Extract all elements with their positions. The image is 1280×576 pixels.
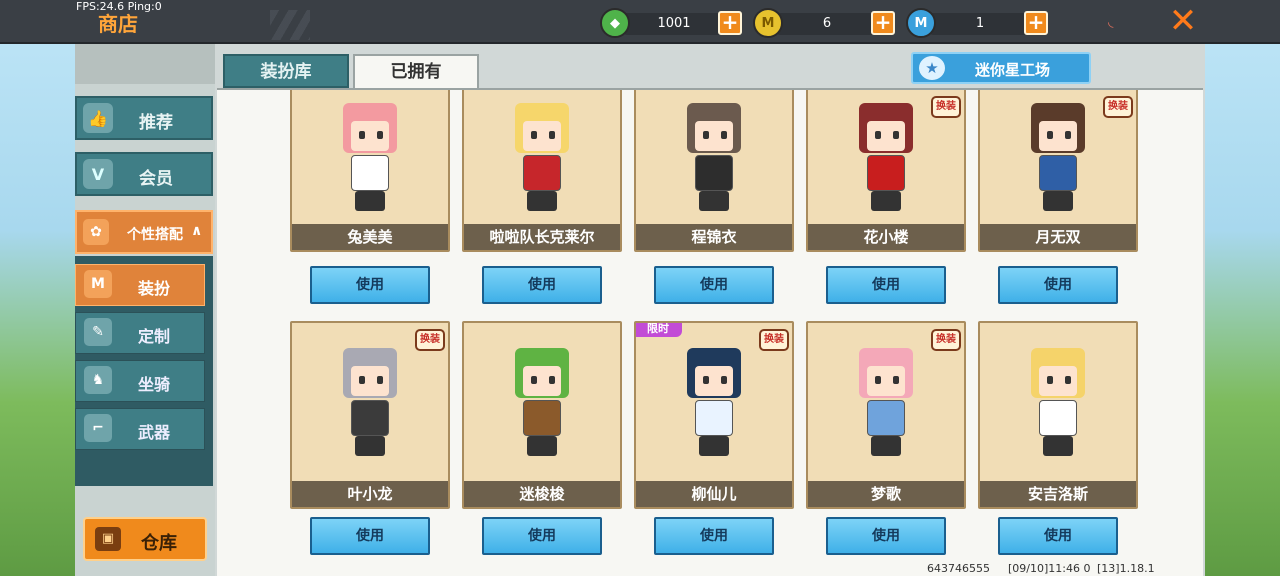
top-bar: FPS:24.6 Ping:0 商店 1001 ◆ + 6 M + 1 M + … — [0, 0, 1280, 44]
skin-name: 程锦衣 — [636, 224, 792, 250]
sidebar-top-strip — [75, 44, 215, 84]
skin-card[interactable]: 啦啦队长克莱尔 — [462, 90, 622, 252]
swap-badge-icon: 换装 — [1103, 96, 1133, 118]
skin-portrait — [292, 90, 448, 226]
skin-name: 叶小龙 — [292, 481, 448, 507]
skin-card[interactable]: 兔美美 — [290, 90, 450, 252]
use-button[interactable]: 使用 — [826, 266, 946, 304]
skin-name: 柳仙儿 — [636, 481, 792, 507]
skin-name: 迷梭梭 — [464, 481, 620, 507]
main-panel: 装扮库 已拥有 ★ 迷你星工场 兔美美 使用 啦啦队长克莱尔 使用 程锦衣 使用 换装 花小楼… — [215, 44, 1205, 576]
costume-icon: M — [84, 270, 112, 298]
add-coins-button[interactable]: + — [871, 11, 895, 35]
use-button[interactable]: 使用 — [482, 266, 602, 304]
gun-icon: ⌐ — [84, 414, 112, 442]
use-button[interactable]: 使用 — [654, 517, 774, 555]
decorative-stripe — [270, 10, 310, 40]
skin-name: 兔美美 — [292, 224, 448, 250]
skin-card[interactable]: 安吉洛斯 — [978, 321, 1138, 509]
sidebar-item-recommend[interactable]: 👍 推荐 — [75, 96, 213, 140]
skin-name: 啦啦队长克莱尔 — [464, 224, 620, 250]
sidebar-item-mount[interactable]: ♞ 坐骑 — [75, 360, 205, 402]
star-icon: ★ — [919, 56, 945, 80]
sidebar-group-style[interactable]: ✿ 个性搭配 ∧ — [75, 210, 213, 254]
limited-time-badge: 限时 — [636, 323, 682, 337]
skin-name: 花小楼 — [808, 224, 964, 250]
style-icon: ✿ — [83, 219, 109, 245]
sidebar-sub-list: M 装扮 ✎ 定制 ♞ 坐骑 ⌐ 武器 — [75, 256, 213, 486]
tab-owned[interactable]: 已拥有 — [353, 54, 479, 88]
page-title: 商店 — [98, 12, 138, 36]
vip-icon: V — [83, 159, 113, 189]
sidebar-group-label: 个性搭配 — [127, 227, 183, 243]
workshop-label: 迷你星工场 — [975, 61, 1051, 79]
skin-card[interactable]: 迷梭梭 — [462, 321, 622, 509]
coin-count: 6 — [777, 13, 877, 35]
sidebar-item-label: 推荐 — [139, 113, 173, 133]
swap-badge-icon: 换装 — [415, 329, 445, 351]
sidebar-item-label: 装扮 — [138, 279, 171, 298]
mini-workshop-button[interactable]: ★ 迷你星工场 — [911, 52, 1091, 84]
chevron-up-icon: ∧ — [191, 223, 203, 239]
add-gems-button[interactable]: + — [718, 11, 742, 35]
use-button[interactable]: 使用 — [998, 266, 1118, 304]
skin-card[interactable]: 换装叶小龙 — [290, 321, 450, 509]
skin-grid: 兔美美 使用 啦啦队长克莱尔 使用 程锦衣 使用 换装 花小楼 使用 换装 月无双 使用 换装 叶小龙 使用… — [217, 88, 1203, 576]
skin-name: 梦歌 — [808, 481, 964, 507]
skin-portrait — [980, 323, 1136, 483]
swap-badge-icon: 换装 — [931, 96, 961, 118]
sidebar-item-label: 会员 — [139, 169, 173, 189]
signal-icon: ◟ — [1108, 14, 1114, 30]
swap-badge-icon: 换装 — [931, 329, 961, 351]
footer-version: [13]1.18.1 — [1097, 562, 1155, 575]
footer-id: 643746555 — [927, 562, 990, 575]
mini-coin-icon: M — [753, 8, 783, 38]
sidebar-item-custom[interactable]: ✎ 定制 — [75, 312, 205, 354]
thumbs-up-icon: 👍 — [83, 103, 113, 133]
warehouse-label: 仓库 — [141, 533, 177, 554]
bean-count: 1 — [930, 13, 1030, 35]
sidebar-item-label: 武器 — [138, 423, 171, 442]
skin-name: 月无双 — [980, 224, 1136, 250]
warehouse-button[interactable]: ▣ 仓库 — [83, 517, 207, 561]
use-button[interactable]: 使用 — [482, 517, 602, 555]
sidebar-item-costume[interactable]: M 装扮 — [75, 264, 205, 306]
green-gem-icon: ◆ — [600, 8, 630, 38]
warehouse-icon: ▣ — [95, 527, 121, 551]
sidebar-item-label: 定制 — [138, 327, 171, 346]
skin-name: 安吉洛斯 — [980, 481, 1136, 507]
pencil-icon: ✎ — [84, 318, 112, 346]
use-button[interactable]: 使用 — [654, 266, 774, 304]
skin-card[interactable]: 换装月无双 — [978, 90, 1138, 252]
skin-card[interactable]: 程锦衣 — [634, 90, 794, 252]
sidebar-item-vip[interactable]: V 会员 — [75, 152, 213, 196]
skin-card[interactable]: 换装花小楼 — [806, 90, 966, 252]
sidebar-item-label: 坐骑 — [138, 375, 171, 394]
mount-icon: ♞ — [84, 366, 112, 394]
mini-bean-icon: M — [906, 8, 936, 38]
gem-count: 1001 — [624, 13, 724, 35]
use-button[interactable]: 使用 — [826, 517, 946, 555]
skin-portrait — [464, 323, 620, 483]
footer-date: [09/10]11:46 0 — [1008, 562, 1091, 575]
tab-costume-library[interactable]: 装扮库 — [223, 54, 349, 88]
use-button[interactable]: 使用 — [310, 517, 430, 555]
skin-card[interactable]: 换装梦歌 — [806, 321, 966, 509]
skin-portrait — [464, 90, 620, 226]
close-button[interactable]: ✕ — [1166, 4, 1200, 38]
use-button[interactable]: 使用 — [998, 517, 1118, 555]
skin-card[interactable]: 换装 限时柳仙儿 — [634, 321, 794, 509]
sidebar-item-weapon[interactable]: ⌐ 武器 — [75, 408, 205, 450]
skin-portrait — [636, 90, 792, 226]
swap-badge-icon: 换装 — [759, 329, 789, 351]
add-beans-button[interactable]: + — [1024, 11, 1048, 35]
use-button[interactable]: 使用 — [310, 266, 430, 304]
sidebar: 👍 推荐 V 会员 ✿ 个性搭配 ∧ M 装扮 ✎ 定制 ♞ 坐骑 ⌐ 武器 ▣… — [75, 44, 215, 576]
